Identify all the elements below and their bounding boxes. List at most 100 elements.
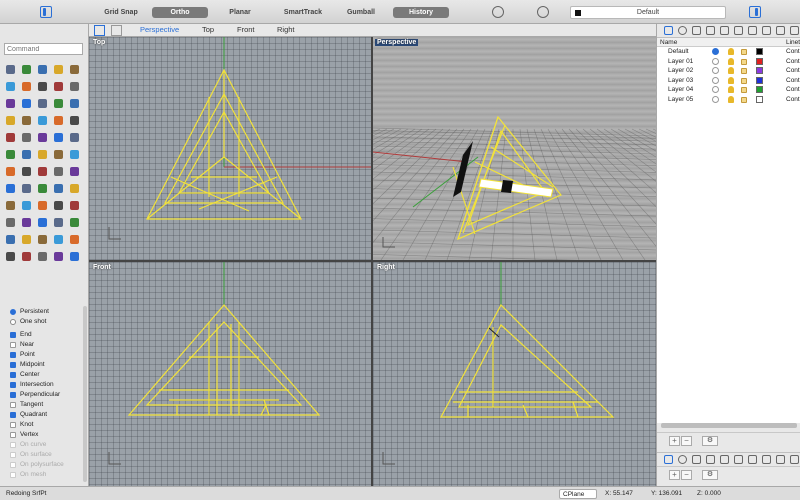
lock-icon[interactable]: [741, 49, 747, 55]
osnap-item-8[interactable]: Quadrant: [8, 410, 84, 420]
osnap-mode-0[interactable]: Persistent: [8, 307, 84, 317]
right-sidebar-toggle-icon[interactable]: [749, 6, 761, 18]
lock-icon[interactable]: [741, 68, 747, 74]
tool-14[interactable]: [51, 96, 67, 112]
tool-55[interactable]: [67, 232, 83, 248]
perspective-viewport[interactable]: Perspective: [373, 37, 656, 260]
tool-3[interactable]: [35, 62, 51, 78]
secondary-options-gear-icon[interactable]: ⚙: [702, 470, 718, 480]
tool-21[interactable]: [3, 130, 19, 146]
checkbox-icon[interactable]: [10, 432, 16, 438]
layers-tab-icon[interactable]: [664, 26, 673, 35]
history-button[interactable]: History: [393, 7, 449, 18]
tool-54[interactable]: [51, 232, 67, 248]
front-viewport[interactable]: Front: [89, 262, 371, 486]
tool-29[interactable]: [51, 147, 67, 163]
tool-23[interactable]: [35, 130, 51, 146]
checkbox-icon[interactable]: [10, 402, 16, 408]
lightbulb-icon[interactable]: [728, 57, 734, 65]
command-input[interactable]: [4, 43, 83, 55]
tool-57[interactable]: [19, 249, 35, 265]
help-tab-icon-2[interactable]: [790, 455, 799, 464]
tool-17[interactable]: [19, 113, 35, 129]
tool-47[interactable]: [19, 215, 35, 231]
current-layer-radio-icon[interactable]: [712, 57, 719, 65]
osnap-item-2[interactable]: Point: [8, 350, 84, 360]
tool-8[interactable]: [35, 79, 51, 95]
current-layer-radio-icon[interactable]: [712, 86, 719, 93]
checkbox-icon[interactable]: [10, 332, 16, 338]
linetype-column-header[interactable]: Linety: [786, 39, 800, 46]
four-viewport-layout-icon[interactable]: [94, 25, 105, 36]
layer-row[interactable]: Default Conti: [657, 47, 800, 56]
tool-26[interactable]: [3, 147, 19, 163]
named-views-tab-icon-2[interactable]: [748, 455, 757, 464]
lightbulb-icon[interactable]: [728, 76, 734, 84]
tool-35[interactable]: [67, 164, 83, 180]
gumball-button[interactable]: Gumball: [340, 7, 382, 18]
checkbox-icon[interactable]: [10, 352, 16, 358]
tool-22[interactable]: [19, 130, 35, 146]
layers-horizontal-scrollbar[interactable]: [661, 423, 797, 428]
tool-45[interactable]: [67, 198, 83, 214]
render-tab-icon[interactable]: [776, 26, 785, 35]
tool-51[interactable]: [3, 232, 19, 248]
tab-top[interactable]: Top: [202, 25, 214, 34]
tab-front[interactable]: Front: [237, 25, 255, 34]
tool-52[interactable]: [19, 232, 35, 248]
render-tab-icon-2[interactable]: [776, 455, 785, 464]
tool-2[interactable]: [19, 62, 35, 78]
checkbox-icon[interactable]: [10, 382, 16, 388]
help-tab-icon[interactable]: [790, 26, 799, 35]
layers-tab-icon-2[interactable]: [664, 455, 673, 464]
lights-tab-icon-2[interactable]: [734, 455, 743, 464]
single-viewport-layout-icon[interactable]: [111, 25, 122, 36]
osnap-item-9[interactable]: Knot: [8, 420, 84, 430]
tool-39[interactable]: [51, 181, 67, 197]
osnap-toggle-icon[interactable]: [537, 6, 549, 18]
tool-50[interactable]: [67, 215, 83, 231]
notes-tab-icon-2[interactable]: [762, 455, 771, 464]
tool-33[interactable]: [35, 164, 51, 180]
tool-5[interactable]: [67, 62, 83, 78]
tool-43[interactable]: [35, 198, 51, 214]
osnap-item-6[interactable]: Perpendicular: [8, 390, 84, 400]
name-column-header[interactable]: Name: [660, 39, 677, 46]
tool-44[interactable]: [51, 198, 67, 214]
materials-tab-icon-2[interactable]: [678, 455, 687, 464]
cplane-selector[interactable]: CPlane: [559, 489, 597, 499]
tool-41[interactable]: [3, 198, 19, 214]
osnap-item-3[interactable]: Midpoint: [8, 360, 84, 370]
tool-12[interactable]: [19, 96, 35, 112]
tool-6[interactable]: [3, 79, 19, 95]
tool-13[interactable]: [35, 96, 51, 112]
checkbox-icon[interactable]: [10, 342, 16, 348]
osnap-item-0[interactable]: End: [8, 330, 84, 340]
object-properties-tab-icon[interactable]: [692, 26, 701, 35]
checkbox-icon[interactable]: [10, 362, 16, 368]
planar-button[interactable]: Planar: [222, 7, 258, 18]
tool-36[interactable]: [3, 181, 19, 197]
layer-color-swatch[interactable]: [756, 95, 763, 103]
tool-59[interactable]: [51, 249, 67, 265]
tool-58[interactable]: [35, 249, 51, 265]
lightbulb-icon[interactable]: [728, 86, 734, 93]
tool-28[interactable]: [35, 147, 51, 163]
ortho-button[interactable]: Ortho: [152, 7, 208, 18]
current-layer-radio-icon[interactable]: [712, 67, 719, 74]
display-tab-icon[interactable]: [706, 26, 715, 35]
lock-icon[interactable]: [741, 58, 747, 65]
tool-1[interactable]: [3, 62, 19, 78]
tool-24[interactable]: [51, 130, 67, 146]
smarttrack-button[interactable]: SmartTrack: [276, 7, 330, 18]
layer-options-gear-icon[interactable]: ⚙: [702, 436, 718, 446]
checkbox-icon[interactable]: [10, 372, 16, 378]
record-history-icon[interactable]: [492, 6, 504, 18]
tool-18[interactable]: [35, 113, 51, 129]
tool-11[interactable]: [3, 96, 19, 112]
remove-item-button[interactable]: −: [681, 470, 692, 480]
radio-icon[interactable]: [10, 319, 16, 325]
tool-56[interactable]: [3, 249, 19, 265]
tab-right[interactable]: Right: [277, 25, 295, 34]
osnap-scrollbar[interactable]: [83, 306, 87, 482]
